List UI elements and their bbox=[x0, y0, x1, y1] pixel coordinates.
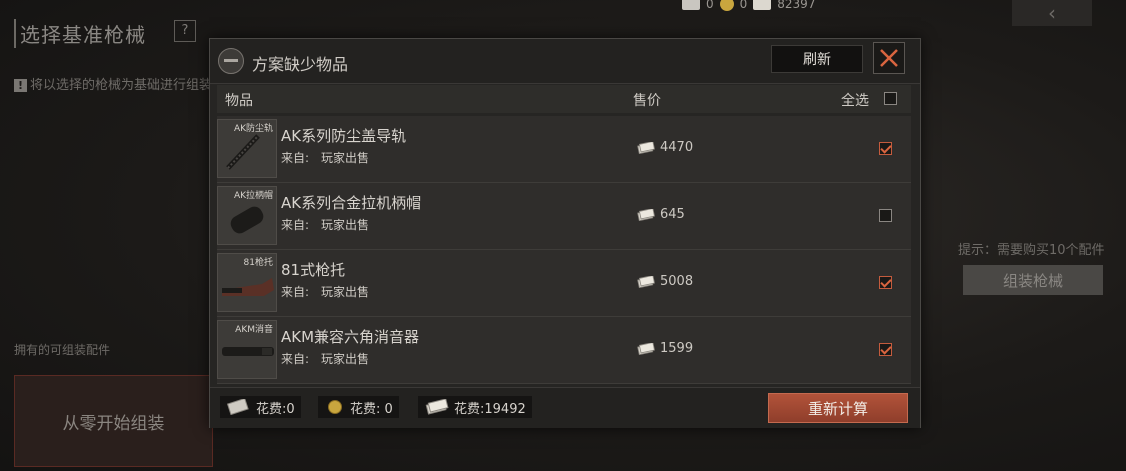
select-all-checkbox[interactable] bbox=[884, 92, 897, 105]
item-checkbox[interactable] bbox=[879, 276, 892, 289]
refresh-button[interactable]: 刷新 bbox=[771, 45, 863, 73]
cash-icon bbox=[637, 275, 655, 288]
price-value: 5008 bbox=[660, 274, 694, 289]
info-note-text: 将以选择的枪械为基础进行组装 bbox=[30, 78, 213, 93]
item-source: 来自: 玩家出售 bbox=[281, 350, 369, 367]
currency-bar: 0 0 82397 bbox=[682, 0, 815, 14]
item-name: AK系列合金拉机柄帽 bbox=[281, 194, 422, 212]
item-source: 来自: 玩家出售 bbox=[281, 149, 369, 166]
close-button[interactable] bbox=[873, 42, 905, 74]
item-name: 81式枪托 bbox=[281, 261, 346, 279]
gun-emblem-icon bbox=[218, 48, 244, 74]
item-thumbnail: AK防尘轨 bbox=[217, 119, 277, 178]
select-all-label: 全选 bbox=[841, 93, 869, 109]
page-title: 选择基准枪械 bbox=[14, 19, 146, 48]
dialog-title: 方案缺少物品 bbox=[252, 55, 349, 74]
cash-icon bbox=[637, 342, 655, 355]
item-checkbox[interactable] bbox=[879, 142, 892, 155]
cash-icon bbox=[637, 141, 655, 154]
assemble-button[interactable]: 组装枪械 bbox=[963, 265, 1103, 295]
item-thumbnail: 81枪托 bbox=[217, 253, 277, 312]
cash-cost-value: 花费:19492 bbox=[454, 401, 526, 417]
list-item[interactable]: AK拉柄帽 AK系列合金拉机柄帽 来自: 玩家出售 645 bbox=[217, 183, 911, 250]
list-item[interactable]: AK防尘轨 AK系列防尘盖导轨 来自: 玩家出售 4470 bbox=[217, 116, 911, 183]
thumbnail-label: AKM消音 bbox=[235, 325, 273, 335]
column-item: 物品 bbox=[225, 93, 253, 109]
source-value: 玩家出售 bbox=[321, 285, 370, 299]
back-button[interactable]: ‹ bbox=[1012, 0, 1092, 26]
back-arrow-icon: ‹ bbox=[1048, 1, 1056, 25]
coupon-cost: 花费:0 bbox=[220, 396, 301, 418]
cash-icon bbox=[637, 208, 655, 221]
source-label: 来自: bbox=[281, 352, 310, 366]
coupon-amount: 0 bbox=[706, 0, 714, 11]
list-item[interactable]: 81枪托 81式枪托 来自: 玩家出售 5008 bbox=[217, 250, 911, 317]
thumbnail-label: AK防尘轨 bbox=[233, 124, 273, 134]
item-thumbnail: AKM消音 bbox=[217, 320, 277, 379]
coin-icon bbox=[328, 400, 342, 414]
cash-amount: 82397 bbox=[777, 0, 816, 11]
source-label: 来自: bbox=[281, 285, 310, 299]
source-value: 玩家出售 bbox=[321, 352, 370, 366]
cash-icon bbox=[753, 0, 772, 10]
missing-items-dialog: 方案缺少物品 刷新 物品 售价 全选 AK防尘轨 AK系列防尘盖导轨 来自: 玩家… bbox=[209, 38, 921, 428]
coupon-cost-value: 花费:0 bbox=[256, 401, 295, 417]
column-price: 售价 bbox=[633, 93, 661, 109]
thumbnail-label: AK拉柄帽 bbox=[233, 191, 273, 201]
owned-parts-label: 拥有的可组装配件 bbox=[14, 343, 111, 357]
recalculate-button[interactable]: 重新计算 bbox=[768, 393, 908, 423]
info-note: ! 将以选择的枪械为基础进行组装 bbox=[14, 74, 212, 93]
item-checkbox[interactable] bbox=[879, 343, 892, 356]
help-button[interactable]: ? bbox=[174, 20, 196, 42]
item-source: 来自: 玩家出售 bbox=[281, 216, 369, 233]
list-item[interactable]: AKM消音 AKM兼容六角消音器 来自: 玩家出售 1599 bbox=[217, 317, 911, 384]
coin-amount: 0 bbox=[739, 0, 748, 11]
price-value: 1599 bbox=[660, 341, 694, 356]
source-label: 来自: bbox=[281, 151, 310, 165]
dialog-footer: 花费:0 花费: 0 花费:19492 重新计算 bbox=[210, 387, 920, 428]
coin-cost-value: 花费: 0 bbox=[350, 401, 393, 417]
item-price: 645 bbox=[637, 207, 685, 222]
item-name: AK系列防尘盖导轨 bbox=[281, 127, 407, 145]
source-value: 玩家出售 bbox=[321, 218, 370, 232]
coupon-icon bbox=[226, 399, 249, 415]
scratch-assemble-button[interactable]: 从零开始组装 bbox=[14, 375, 213, 467]
item-price: 1599 bbox=[637, 341, 693, 356]
table-header: 物品 售价 全选 bbox=[217, 85, 911, 113]
item-source: 来自: 玩家出售 bbox=[281, 283, 369, 300]
item-checkbox[interactable] bbox=[879, 209, 892, 222]
dialog-header: 方案缺少物品 刷新 bbox=[210, 39, 920, 84]
coupon-icon bbox=[682, 0, 700, 10]
source-label: 来自: bbox=[281, 218, 310, 232]
cash-cost: 花费:19492 bbox=[418, 396, 532, 418]
cash-icon bbox=[425, 399, 449, 415]
exclamation-icon: ! bbox=[14, 79, 27, 92]
coin-cost: 花费: 0 bbox=[318, 396, 399, 418]
coin-icon bbox=[719, 0, 734, 11]
source-value: 玩家出售 bbox=[321, 151, 370, 165]
close-icon bbox=[880, 49, 898, 67]
item-price: 4470 bbox=[637, 140, 693, 155]
price-value: 645 bbox=[660, 207, 685, 222]
item-thumbnail: AK拉柄帽 bbox=[217, 186, 277, 245]
item-price: 5008 bbox=[637, 274, 693, 289]
purchase-hint: 提示：需要购买10个配件 bbox=[958, 243, 1105, 258]
thumbnail-label: 81枪托 bbox=[243, 258, 273, 268]
price-value: 4470 bbox=[660, 140, 694, 155]
item-name: AKM兼容六角消音器 bbox=[281, 328, 420, 346]
